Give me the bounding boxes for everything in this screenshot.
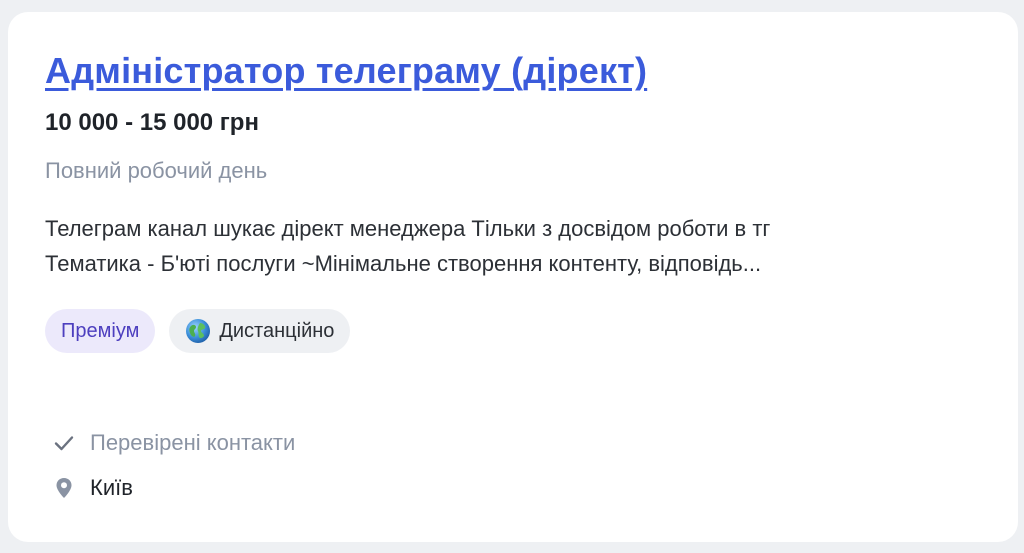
globe-icon	[185, 318, 211, 344]
vacancy-title-link[interactable]: Адміністратор телеграму (дірект)	[45, 50, 647, 92]
remote-tag-label: Дистанційно	[219, 319, 335, 342]
tags-row: Преміум Дистанційно	[45, 309, 351, 353]
city-row: Київ	[52, 475, 133, 501]
location-pin-icon	[52, 476, 76, 500]
description-line-2: Тематика - Б'юті послуги ~Мінімальне ств…	[45, 251, 762, 276]
remote-tag: Дистанційно	[169, 309, 351, 353]
verified-contacts-row: Перевірені контакти	[52, 430, 295, 456]
verified-contacts-label: Перевірені контакти	[90, 430, 296, 455]
city-label: Київ	[90, 475, 133, 500]
salary-text: 10 000 - 15 000 грн	[45, 109, 259, 136]
employment-type: Повний робочий день	[45, 158, 268, 183]
check-icon	[52, 431, 76, 455]
vacancy-description: Телеграм канал шукає дірект менеджера Ті…	[45, 211, 985, 281]
description-line-1: Телеграм канал шукає дірект менеджера Ті…	[45, 216, 771, 241]
vacancy-card[interactable]: Адміністратор телеграму (дірект) 10 000 …	[8, 12, 1018, 542]
premium-tag-label: Преміум	[61, 319, 140, 342]
premium-tag: Преміум	[45, 309, 156, 353]
